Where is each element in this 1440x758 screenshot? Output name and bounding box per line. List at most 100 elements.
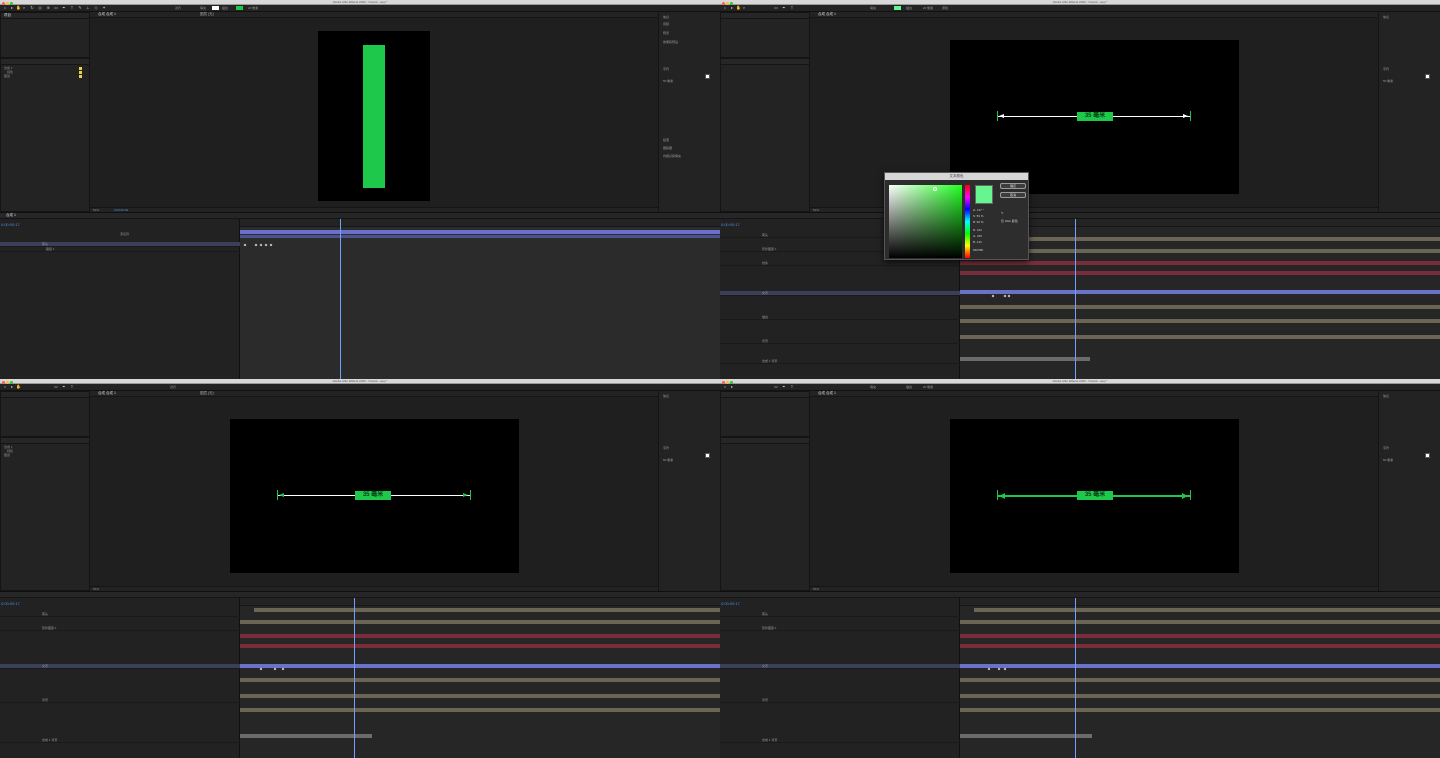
font-size[interactable]: 50 像素 bbox=[663, 79, 673, 83]
time-ruler[interactable] bbox=[960, 219, 1440, 227]
fill-swatch[interactable] bbox=[212, 6, 219, 10]
right-panel-item[interactable]: 段落 bbox=[663, 138, 669, 142]
color-field[interactable] bbox=[889, 185, 962, 258]
ok-button[interactable]: 确定 bbox=[1000, 183, 1026, 189]
layer-row[interactable]: 箭头 bbox=[720, 612, 960, 617]
right-panel-item[interactable]: 音频 bbox=[663, 22, 669, 26]
right-panel-item[interactable]: 信息 bbox=[1383, 394, 1389, 398]
green-value[interactable]: G: 245 bbox=[973, 234, 982, 238]
type-tool-icon[interactable]: T bbox=[70, 6, 74, 10]
stroke-width[interactable]: 20 像素 bbox=[248, 6, 258, 10]
char-color-swatch[interactable] bbox=[1425, 453, 1430, 458]
layer-row[interactable]: 背景 bbox=[720, 339, 960, 344]
type-tool-icon[interactable]: T bbox=[790, 6, 794, 10]
layer-bar[interactable] bbox=[240, 230, 720, 234]
puppet-tool-icon[interactable]: ✦ bbox=[102, 6, 106, 10]
playhead[interactable] bbox=[1075, 219, 1076, 379]
stamp-tool-icon[interactable]: ⊥ bbox=[86, 6, 90, 10]
right-panel-item[interactable]: 效果和预设 bbox=[663, 40, 678, 44]
pen-tool-icon[interactable]: ✒ bbox=[62, 385, 66, 389]
type-tool-icon[interactable]: T bbox=[70, 385, 74, 389]
snapping-label[interactable]: 对齐 bbox=[175, 6, 181, 10]
home-icon[interactable]: ⌂ bbox=[723, 6, 727, 10]
timeline-timecode[interactable]: 0:00:00:17 bbox=[1, 222, 20, 227]
layer-row[interactable]: 合成 1 背景 bbox=[720, 359, 960, 364]
comp-tab[interactable]: 合成 合成 1 bbox=[98, 391, 116, 396]
time-ruler[interactable] bbox=[240, 598, 720, 606]
zoom-tool-icon[interactable]: ⌕ bbox=[22, 6, 26, 10]
home-icon[interactable]: ⌂ bbox=[3, 385, 7, 389]
comp-tab[interactable]: 合成 合成 1 bbox=[98, 12, 116, 17]
right-panel-item[interactable]: 预览 bbox=[663, 31, 669, 35]
right-panel-item[interactable]: 信息 bbox=[1383, 15, 1389, 19]
home-icon[interactable]: ⌂ bbox=[3, 6, 7, 10]
font-size[interactable]: 50 像素 bbox=[1383, 458, 1393, 462]
timeline-timecode[interactable]: 0:00:00:17 bbox=[721, 601, 740, 606]
dimension-label[interactable]: 35 毫米 bbox=[355, 491, 391, 500]
fill-label[interactable]: 填充 bbox=[200, 6, 206, 10]
blue-value[interactable]: B: 143 bbox=[973, 240, 982, 244]
comp-canvas[interactable]: 35 毫米 bbox=[950, 419, 1239, 573]
selection-tool-icon[interactable]: ▸ bbox=[730, 385, 734, 389]
layer-row[interactable]: 合成 1 背景 bbox=[0, 738, 240, 743]
layer-row[interactable]: 文字 bbox=[720, 291, 960, 296]
cancel-button[interactable]: 取消 bbox=[1000, 192, 1026, 198]
rectangle-tool-icon[interactable]: ▭ bbox=[54, 385, 58, 389]
snapping-label[interactable]: 对齐 bbox=[170, 385, 176, 389]
playhead[interactable] bbox=[1075, 598, 1076, 758]
playhead[interactable] bbox=[354, 598, 355, 758]
comp-canvas[interactable]: 35 毫米 bbox=[950, 40, 1239, 194]
playhead[interactable] bbox=[340, 219, 341, 379]
pan-behind-tool-icon[interactable]: ⊕ bbox=[46, 6, 50, 10]
pen-tool-icon[interactable]: ✒ bbox=[782, 385, 786, 389]
pen-tool-icon[interactable]: ✒ bbox=[782, 6, 786, 10]
right-panel-item[interactable]: 内容识别填充 bbox=[663, 154, 681, 158]
brightness-value[interactable]: B: 96 % bbox=[973, 220, 984, 224]
brush-tool-icon[interactable]: ✎ bbox=[78, 6, 82, 10]
rectangle-tool-icon[interactable]: ▭ bbox=[774, 385, 778, 389]
project-item[interactable]: 图层 bbox=[4, 74, 10, 78]
right-panel-item[interactable]: 信息 bbox=[663, 394, 669, 398]
layer-row[interactable]: 文字 bbox=[0, 664, 240, 669]
right-panel-item[interactable]: 字符 bbox=[1383, 446, 1389, 450]
project-tab[interactable]: 项目 bbox=[4, 13, 11, 18]
layer-row[interactable]: 形状图层 1 bbox=[720, 626, 960, 631]
web-only-checkbox[interactable]: 仅 Web 颜色 bbox=[1001, 219, 1018, 223]
home-icon[interactable]: ⌂ bbox=[723, 385, 727, 389]
layer-row[interactable]: 路径 1 bbox=[0, 247, 240, 252]
hand-tool-icon[interactable]: ✋ bbox=[16, 385, 21, 389]
layer-bar[interactable] bbox=[240, 235, 720, 238]
add-label[interactable]: 添加 bbox=[942, 6, 948, 10]
color-cursor[interactable] bbox=[933, 187, 937, 191]
time-ruler[interactable] bbox=[960, 598, 1440, 606]
font-size[interactable]: 50 像素 bbox=[1383, 79, 1393, 83]
stroke-width[interactable]: 20 像素 bbox=[923, 6, 933, 10]
right-panel-item[interactable]: 字符 bbox=[663, 446, 669, 450]
comp-tab[interactable]: 合成 合成 1 bbox=[818, 12, 836, 17]
right-panel-item[interactable]: 字符 bbox=[663, 67, 669, 71]
layer-row[interactable]: 背景 bbox=[720, 698, 960, 703]
stroke-label[interactable]: 描边 bbox=[222, 6, 228, 10]
pen-tool-icon[interactable]: ✒ bbox=[62, 6, 66, 10]
layer-row[interactable]: 合成 1 背景 bbox=[720, 738, 960, 743]
layer-row[interactable]: 线条 bbox=[720, 261, 960, 266]
green-rectangle-layer[interactable] bbox=[363, 45, 385, 188]
red-value[interactable]: R: 102 bbox=[973, 228, 982, 232]
eraser-tool-icon[interactable]: ◇ bbox=[94, 6, 98, 10]
zoom-tool-icon[interactable]: ⌕ bbox=[742, 6, 746, 10]
hue-value[interactable]: H: 137 ° bbox=[973, 208, 984, 212]
right-panel-item[interactable]: 字符 bbox=[1383, 67, 1389, 71]
comp-canvas[interactable] bbox=[318, 31, 430, 201]
layer-row[interactable]: 文字 bbox=[720, 664, 960, 669]
char-color-swatch[interactable] bbox=[705, 74, 710, 79]
project-item[interactable]: 图层 bbox=[4, 453, 10, 457]
time-ruler[interactable] bbox=[240, 219, 720, 227]
fill-swatch[interactable] bbox=[894, 6, 901, 10]
layer-row[interactable]: 背景 bbox=[0, 698, 240, 703]
font-size[interactable]: 50 像素 bbox=[663, 458, 673, 462]
stroke-label[interactable]: 描边 bbox=[906, 6, 912, 10]
type-tool-icon[interactable]: T bbox=[790, 385, 794, 389]
timeline-timecode[interactable]: 0:00:00:17 bbox=[1, 601, 20, 606]
camera-tool-icon[interactable]: ◎ bbox=[38, 6, 42, 10]
stroke-label[interactable]: 描边 bbox=[906, 385, 912, 389]
